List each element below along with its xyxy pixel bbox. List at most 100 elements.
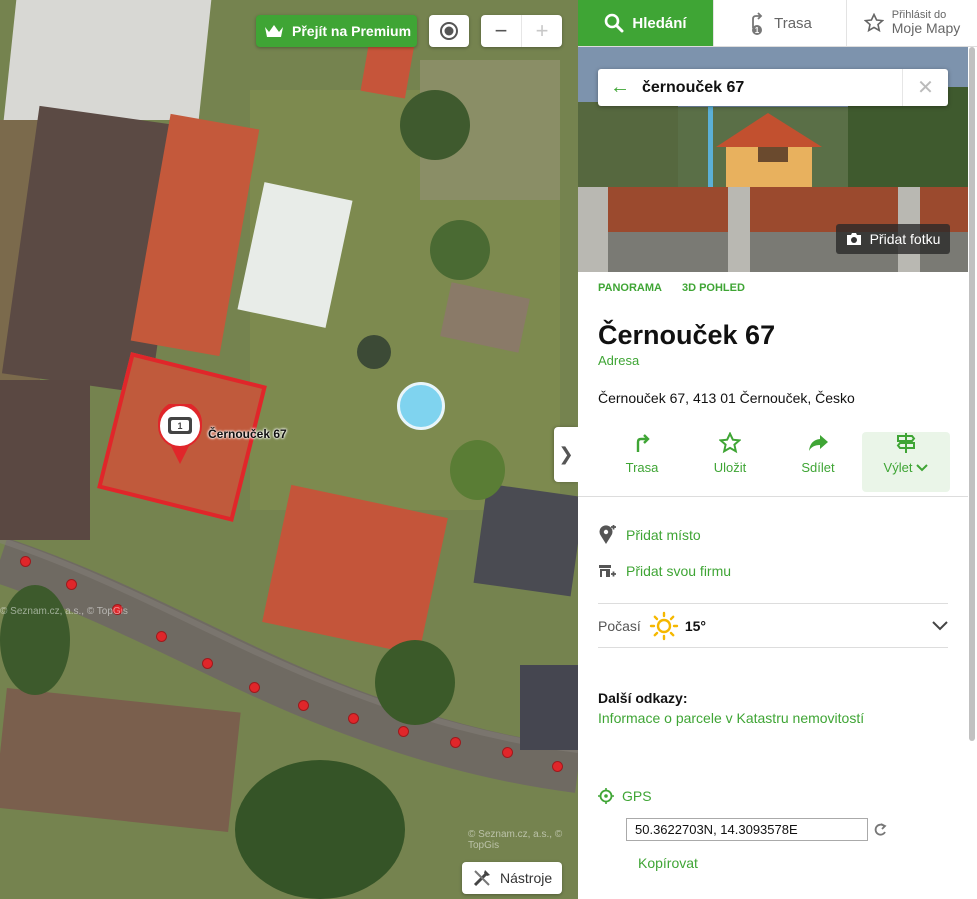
svg-text:1: 1: [755, 26, 760, 35]
gps-label: GPS: [622, 788, 652, 804]
save-action-button[interactable]: Uložit: [686, 432, 774, 496]
add-company-link[interactable]: Přidat svou firmu: [578, 553, 968, 589]
road-marker: [348, 713, 359, 724]
road-marker: [202, 658, 213, 669]
place-type: Adresa: [598, 353, 640, 368]
map-pin-icon[interactable]: 1: [157, 404, 203, 466]
trampoline: [357, 335, 391, 369]
swap-format-icon[interactable]: [872, 822, 888, 838]
trip-action-button[interactable]: Výlet: [862, 432, 950, 492]
tree: [375, 640, 455, 725]
chevron-right-icon: ❯: [558, 444, 574, 464]
building-roof: [0, 688, 241, 832]
3d-view-link[interactable]: 3D POHLED: [682, 282, 745, 306]
place-detail: PANORAMA 3D POHLED Černouček 67 Adresa Č…: [578, 272, 968, 871]
scrollbar[interactable]: [969, 47, 975, 741]
gps-row: [578, 804, 968, 841]
signpost-icon: [896, 433, 916, 453]
building-roof: [473, 483, 578, 597]
svg-text:1: 1: [177, 421, 182, 431]
add-place-link[interactable]: Přidat místo: [578, 517, 968, 553]
login-big-label: Moje Mapy: [891, 20, 961, 37]
tab-route-label: Trasa: [774, 14, 812, 32]
add-location-icon: [599, 525, 616, 544]
star-outline-icon: [719, 432, 741, 454]
map-copyright: © Seznam.cz, a.s., © TopGis: [0, 606, 128, 617]
road-marker: [20, 556, 31, 567]
share-arrow-icon: [809, 435, 828, 451]
premium-button[interactable]: Přejít na Premium: [256, 15, 417, 47]
add-place-label: Přidat místo: [626, 527, 701, 543]
location-target-icon: [440, 22, 458, 40]
weather-row[interactable]: Počasí 15°: [598, 603, 948, 648]
chevron-down-icon[interactable]: [932, 620, 948, 631]
side-panel: Hledání 1 Trasa Přihlásit do Moje Mapy ←…: [578, 0, 977, 899]
map-view[interactable]: 1 Černouček 67 © Seznam.cz, a.s., © TopG…: [0, 0, 578, 899]
road-marker: [298, 700, 309, 711]
tree: [400, 90, 470, 160]
camera-icon: [846, 233, 861, 245]
tools-button[interactable]: Nástroje: [462, 862, 562, 894]
add-photo-button[interactable]: Přidat fotku: [836, 224, 950, 254]
add-company-label: Přidat svou firmu: [626, 563, 732, 579]
road-marker: [66, 579, 77, 590]
clear-search-button[interactable]: ✕: [902, 69, 948, 106]
gps-crosshair-icon: [598, 788, 614, 804]
tree: [450, 440, 505, 500]
road-marker: [552, 761, 563, 772]
premium-label: Přejít na Premium: [292, 23, 412, 39]
close-icon: ✕: [917, 77, 934, 99]
more-links-heading: Další odkazy:: [598, 690, 688, 706]
road-marker: [398, 726, 409, 737]
tab-my-maps[interactable]: Přihlásit do Moje Mapy: [847, 0, 977, 46]
tree: [430, 220, 490, 280]
tab-search-label: Hledání: [632, 14, 687, 32]
place-address: Černouček 67, 413 01 Černouček, Česko: [598, 390, 855, 406]
save-action-label: Uložit: [713, 460, 747, 475]
gps-coordinates-field[interactable]: [626, 818, 868, 841]
road-marker: [502, 747, 513, 758]
weather-temperature: 15°: [684, 617, 706, 634]
swimming-pool: [397, 382, 445, 430]
building-roof: [0, 380, 90, 540]
weather-label: Počasí: [598, 617, 641, 634]
route-arrow-icon: [636, 434, 650, 452]
share-action-label: Sdílet: [801, 460, 835, 475]
action-bar: Trasa Uložit Sdílet Výlet: [578, 406, 968, 496]
back-button[interactable]: ←: [598, 76, 642, 99]
road-marker: [156, 631, 167, 642]
road-marker: [450, 737, 461, 748]
tools-icon: [473, 870, 490, 887]
trip-action-label: Výlet: [883, 460, 913, 475]
view-links: PANORAMA 3D POHLED: [578, 272, 968, 306]
building-roof: [520, 665, 578, 750]
arrow-left-icon: ←: [610, 76, 630, 98]
place-title: Černouček 67: [598, 320, 776, 350]
zoom-control: − +: [481, 15, 562, 47]
sun-icon: [649, 611, 679, 640]
chevron-down-icon: [916, 463, 929, 471]
cadastre-link[interactable]: Informace o parcele v Katastru nemovitos…: [578, 706, 968, 726]
add-photo-label: Přidat fotku: [869, 231, 941, 247]
gps-heading: GPS: [578, 726, 968, 804]
tools-label: Nástroje: [500, 870, 553, 886]
route-action-button[interactable]: Trasa: [598, 432, 686, 496]
building-roof: [3, 0, 212, 120]
copy-coordinates-button[interactable]: Kopírovat: [578, 841, 968, 871]
route-icon: 1: [752, 12, 763, 35]
route-action-label: Trasa: [625, 460, 659, 475]
add-business-icon: [599, 565, 616, 577]
search-input[interactable]: [642, 78, 902, 97]
zoom-in-button[interactable]: +: [521, 15, 562, 47]
collapse-panel-button[interactable]: ❯: [554, 427, 578, 482]
share-action-button[interactable]: Sdílet: [774, 432, 862, 496]
tree: [235, 760, 405, 899]
tab-search[interactable]: Hledání: [578, 0, 714, 46]
tab-route[interactable]: 1 Trasa: [714, 0, 847, 46]
locate-button[interactable]: [429, 15, 469, 47]
zoom-out-button[interactable]: −: [481, 15, 521, 47]
road-marker: [249, 682, 260, 693]
panorama-link[interactable]: PANORAMA: [598, 282, 662, 306]
pin-label[interactable]: Černouček 67: [208, 427, 287, 441]
search-icon: [605, 13, 624, 33]
